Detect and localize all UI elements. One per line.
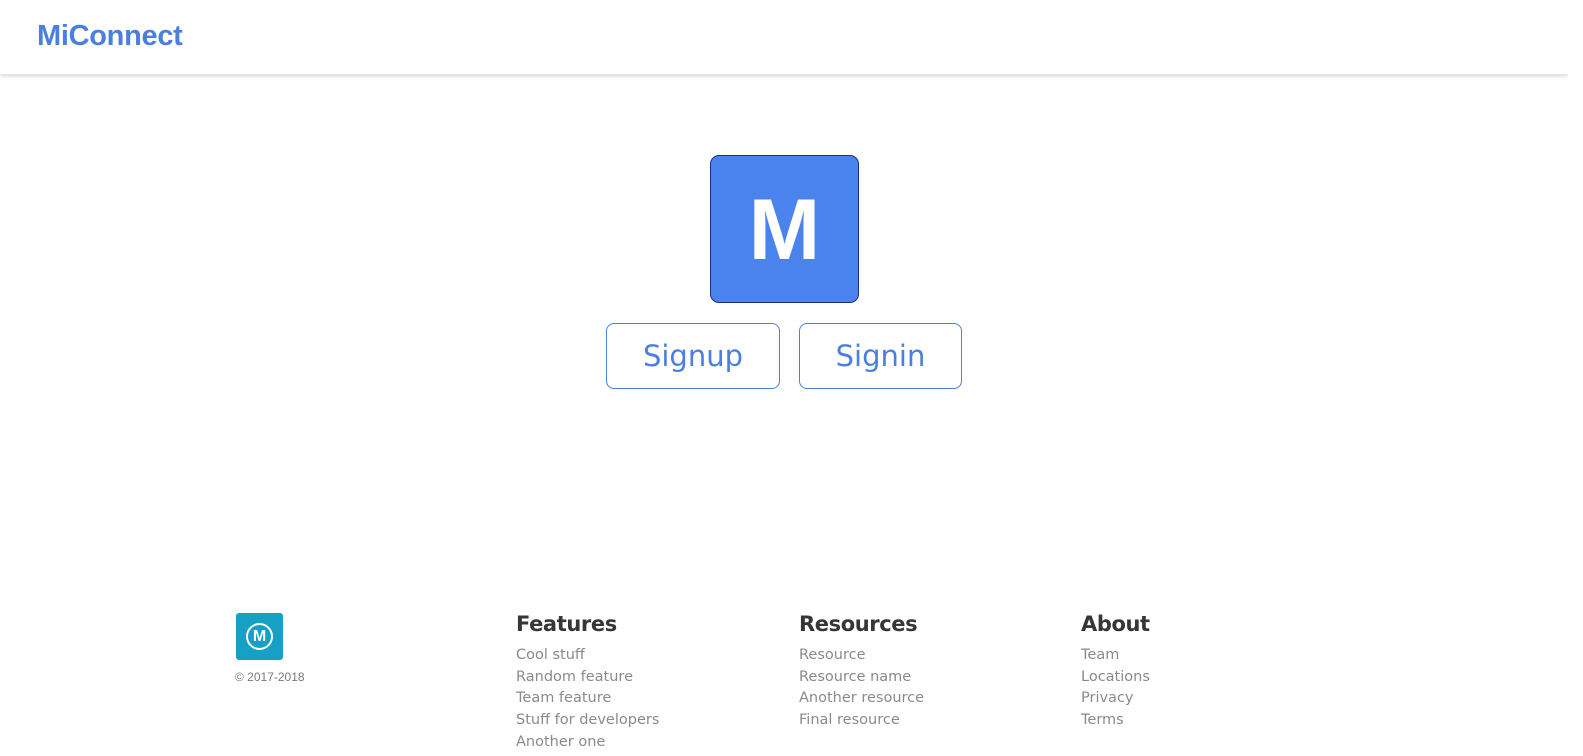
footer-link-another-one[interactable]: Another one (516, 732, 659, 754)
footer-logo-icon: M (246, 623, 273, 650)
app-logo-letter: M (748, 182, 821, 278)
footer-heading-about: About (1081, 612, 1150, 636)
footer-link-resource-name[interactable]: Resource name (799, 667, 924, 689)
footer-logo-letter: M (252, 627, 267, 645)
footer-link-privacy[interactable]: Privacy (1081, 688, 1150, 710)
app-logo: M (710, 155, 859, 303)
footer-link-final-resource[interactable]: Final resource (799, 710, 924, 732)
footer-link-random-feature[interactable]: Random feature (516, 667, 659, 689)
footer-link-team[interactable]: Team (1081, 645, 1150, 667)
copyright-text: © 2017-2018 (235, 670, 305, 684)
footer-link-locations[interactable]: Locations (1081, 667, 1150, 689)
footer-heading-features: Features (516, 612, 617, 636)
footer-link-resource[interactable]: Resource (799, 645, 924, 667)
signin-button[interactable]: Signin (799, 323, 962, 389)
footer-column-about: About Team Locations Privacy Terms (1081, 612, 1150, 732)
footer-column-features: Features Cool stuff Random feature Team … (516, 612, 659, 754)
signup-button[interactable]: Signup (606, 323, 780, 389)
footer-logo[interactable]: M (236, 613, 283, 660)
footer-column-resources: Resources Resource Resource name Another… (799, 612, 924, 732)
brand-logo-link[interactable]: MiConnect (37, 20, 183, 53)
footer-link-another-resource[interactable]: Another resource (799, 688, 924, 710)
page-scrollbar[interactable] (1568, 0, 1583, 756)
footer-link-stuff-for-developers[interactable]: Stuff for developers (516, 710, 659, 732)
footer-heading-resources: Resources (799, 612, 918, 636)
footer-link-cool-stuff[interactable]: Cool stuff (516, 645, 659, 667)
footer-link-terms[interactable]: Terms (1081, 710, 1150, 732)
footer-link-team-feature[interactable]: Team feature (516, 688, 659, 710)
top-navbar: MiConnect (0, 0, 1568, 75)
